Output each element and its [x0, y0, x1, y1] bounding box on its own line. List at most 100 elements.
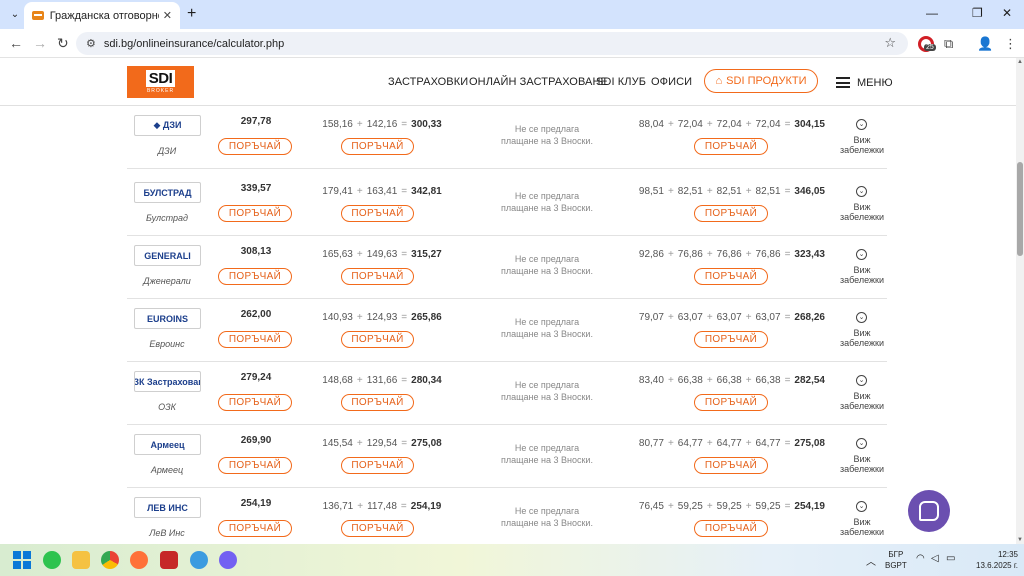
order-single-button[interactable]: ПОРЪЧАЙ: [218, 205, 292, 222]
view-remarks-link[interactable]: Виж забележки: [837, 328, 887, 348]
sdi-products-button[interactable]: ⌂ SDI ПРОДУКТИ: [704, 69, 818, 93]
order-single-button[interactable]: ПОРЪЧАЙ: [218, 331, 292, 348]
view-remarks-link[interactable]: Виж забележки: [837, 391, 887, 411]
whatsapp-icon[interactable]: [43, 551, 61, 569]
plus-sign: +: [745, 312, 752, 323]
language-indicator[interactable]: БГР BGPT: [885, 549, 907, 571]
view-remarks-link[interactable]: Виж забележки: [837, 454, 887, 474]
close-window-icon[interactable]: ✕: [1002, 6, 1012, 20]
more-icon[interactable]: ⋮: [1004, 36, 1020, 52]
tab-list-icon[interactable]: ⌄: [6, 5, 24, 23]
insurer-logo: GENERALI: [134, 245, 201, 266]
note-line2: плащане на 3 Вноски.: [501, 455, 593, 465]
two-installments-total: 300,33: [411, 119, 442, 130]
order-single-button[interactable]: ПОРЪЧАЙ: [218, 457, 292, 474]
order-single-button[interactable]: ПОРЪЧАЙ: [218, 138, 292, 155]
menu-label[interactable]: МЕНЮ: [857, 77, 893, 89]
order-two-installments-button[interactable]: ПОРЪЧАЙ: [341, 331, 414, 348]
scroll-down-icon[interactable]: ▼: [1017, 537, 1023, 543]
puzzle-icon[interactable]: ⧉: [944, 36, 960, 52]
three-installments-note: Не се предлага плащане на 3 Вноски.: [477, 379, 617, 403]
single-payment-price: 262,00: [240, 309, 272, 320]
site-info-icon[interactable]: ⚙: [86, 37, 96, 50]
hamburger-icon[interactable]: [836, 77, 850, 88]
view-remarks-link[interactable]: Виж забележки: [837, 135, 887, 155]
reload-icon[interactable]: ↻: [57, 35, 69, 51]
order-single-button[interactable]: ПОРЪЧАЙ: [218, 394, 292, 411]
installment-2: 163,41: [366, 186, 398, 197]
star-icon[interactable]: ☆: [884, 35, 896, 51]
insurer-logo: ЛЕВ ИНС: [134, 497, 201, 518]
scroll-up-icon[interactable]: ▲: [1017, 59, 1023, 65]
order-two-installments-button[interactable]: ПОРЪЧАЙ: [341, 138, 414, 155]
chevron-down-icon[interactable]: ⌄: [856, 249, 867, 260]
plus-sign: +: [356, 186, 363, 197]
chevron-down-icon[interactable]: ⌄: [856, 375, 867, 386]
three-installments-note: Не се предлага плащане на 3 Вноски.: [477, 253, 617, 277]
chevron-down-icon[interactable]: ⌄: [856, 312, 867, 323]
scrollbar[interactable]: ▲ ▼: [1016, 58, 1024, 544]
insurer-name: Дженерали: [143, 276, 191, 286]
view-remarks-link[interactable]: Виж забележки: [837, 265, 887, 285]
order-two-installments-button[interactable]: ПОРЪЧАЙ: [341, 394, 414, 411]
scroll-thumb[interactable]: [1017, 162, 1023, 256]
restore-icon[interactable]: ❐: [972, 6, 983, 20]
url-omnibox[interactable]: ⚙ sdi.bg/onlineinsurance/calculator.php …: [76, 32, 908, 55]
three-installments-note: Не се предлага плащане на 3 Вноски.: [477, 316, 617, 340]
installment-1: 80,77: [638, 438, 664, 449]
order-four-installments-button[interactable]: ПОРЪЧАЙ: [694, 268, 768, 285]
viber-chat-button[interactable]: [908, 490, 950, 532]
nav-insurances[interactable]: ЗАСТРАХОВКИ: [388, 76, 468, 88]
order-four-installments-button[interactable]: ПОРЪЧАЙ: [694, 138, 768, 155]
plus-sign: +: [706, 249, 713, 260]
view-remarks-link[interactable]: Виж забележки: [837, 517, 887, 537]
volume-icon[interactable]: ◁: [931, 553, 939, 564]
table-row: ОЗК ЗастрахованеОЗК279,24ПОРЪЧАЙ148,68+1…: [127, 362, 887, 425]
four-installments-total: 275,08: [794, 438, 825, 449]
order-single-button[interactable]: ПОРЪЧАЙ: [218, 268, 292, 285]
installment-2: 63,07: [677, 312, 703, 323]
chevron-up-icon[interactable]: ︿: [866, 553, 876, 568]
file-explorer-icon[interactable]: [72, 551, 90, 569]
minimize-icon[interactable]: —: [926, 6, 938, 20]
windows-start-icon[interactable]: [13, 551, 31, 569]
order-four-installments-button[interactable]: ПОРЪЧАЙ: [694, 457, 768, 474]
two-installments: 148,68 +131,66 = 280,34: [307, 375, 457, 386]
order-four-installments-button[interactable]: ПОРЪЧАЙ: [694, 520, 768, 537]
filezilla-icon[interactable]: [160, 551, 178, 569]
chrome-icon[interactable]: [101, 551, 119, 569]
order-four-installments-button[interactable]: ПОРЪЧАЙ: [694, 394, 768, 411]
plus-icon[interactable]: +: [187, 5, 196, 23]
nav-offices[interactable]: ОФИСИ: [651, 76, 692, 88]
order-two-installments-button[interactable]: ПОРЪЧАЙ: [341, 457, 414, 474]
nav-sdi-club[interactable]: SDI КЛУБ: [596, 76, 646, 88]
globe-icon[interactable]: [190, 551, 208, 569]
order-single-button[interactable]: ПОРЪЧАЙ: [218, 520, 292, 537]
chevron-down-icon[interactable]: ⌄: [856, 438, 867, 449]
system-clock[interactable]: 12:35 13.6.2025 г.: [966, 549, 1018, 571]
chevron-down-icon[interactable]: ⌄: [856, 501, 867, 512]
close-icon[interactable]: ✕: [163, 9, 172, 22]
forward-icon[interactable]: →: [33, 35, 47, 51]
order-four-installments-button[interactable]: ПОРЪЧАЙ: [694, 205, 768, 222]
viber-taskbar-icon[interactable]: [219, 551, 237, 569]
order-two-installments-button[interactable]: ПОРЪЧАЙ: [341, 520, 414, 537]
view-remarks-link[interactable]: Виж забележки: [837, 202, 887, 222]
order-four-installments-button[interactable]: ПОРЪЧАЙ: [694, 331, 768, 348]
equals-sign: =: [784, 375, 791, 386]
order-two-installments-button[interactable]: ПОРЪЧАЙ: [341, 268, 414, 285]
chevron-down-icon[interactable]: ⌄: [856, 119, 867, 130]
nav-online-insurance[interactable]: ОНЛАЙН ЗАСТРАХОВАНЕ: [469, 76, 608, 88]
url-text[interactable]: sdi.bg/onlineinsurance/calculator.php: [104, 38, 284, 50]
firefox-icon[interactable]: [130, 551, 148, 569]
wifi-icon[interactable]: ◠: [916, 553, 925, 564]
back-icon[interactable]: ←: [9, 35, 23, 51]
chevron-down-icon[interactable]: ⌄: [856, 186, 867, 197]
battery-icon[interactable]: ▭: [946, 553, 955, 564]
logo-text: SDI: [145, 70, 176, 87]
profile-icon[interactable]: 👤: [977, 36, 993, 52]
insurer-logo: Армеец: [134, 434, 201, 455]
browser-tab[interactable]: Гражданска отговорност - Це ✕: [24, 2, 180, 29]
order-two-installments-button[interactable]: ПОРЪЧАЙ: [341, 205, 414, 222]
sdi-logo[interactable]: SDI BROKER: [127, 66, 194, 98]
